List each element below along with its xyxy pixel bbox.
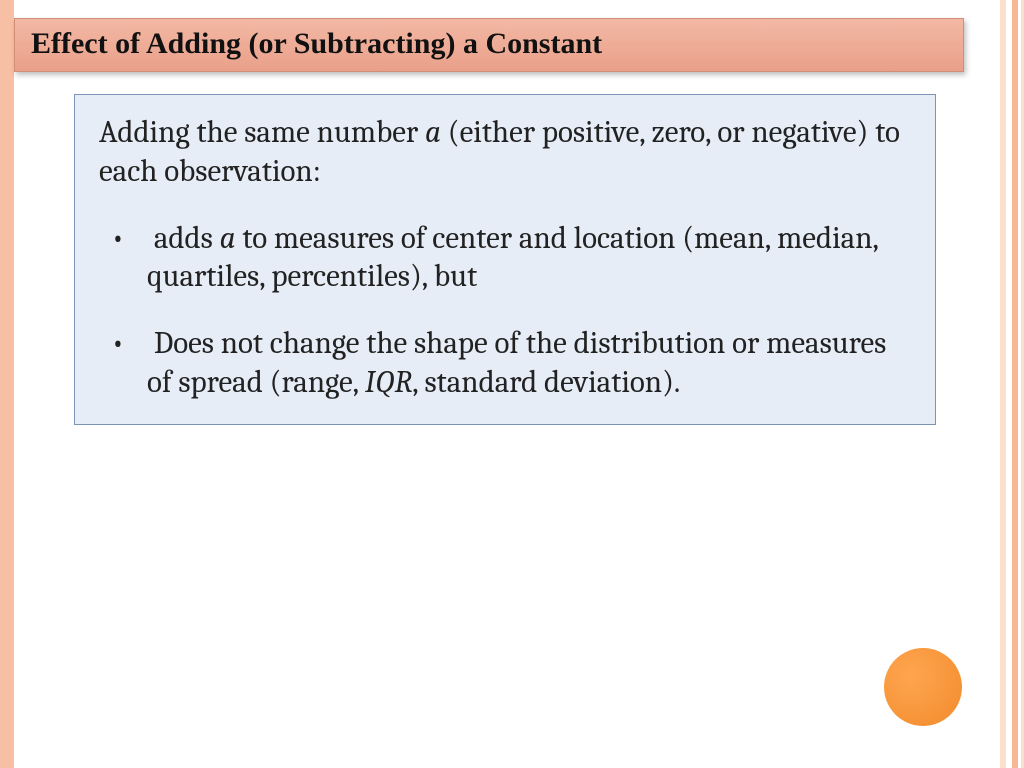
decorative-circle-icon <box>884 648 962 726</box>
text-fragment: Adding the same number <box>99 114 425 150</box>
text-fragment: to measures of center and location (mean… <box>147 220 878 295</box>
content-box: Adding the same number a (either positiv… <box>74 94 936 425</box>
slide-title: Effect of Adding (or Subtracting) a Cons… <box>14 18 964 72</box>
italic-variable: a <box>425 114 441 150</box>
text-fragment: , standard deviation). <box>412 364 680 400</box>
italic-variable: a <box>220 220 236 256</box>
decorative-left-rail <box>0 0 14 768</box>
italic-variable: IQR <box>365 364 412 400</box>
text-fragment: adds <box>154 220 220 256</box>
bullet-item: adds a to measures of center and locatio… <box>99 219 915 297</box>
bullet-item: Does not change the shape of the distrib… <box>99 324 915 402</box>
decorative-right-rail <box>1000 0 1006 768</box>
decorative-right-rail <box>1012 0 1018 768</box>
slide: Effect of Adding (or Subtracting) a Cons… <box>0 0 1024 768</box>
intro-text: Adding the same number a (either positiv… <box>99 113 915 191</box>
